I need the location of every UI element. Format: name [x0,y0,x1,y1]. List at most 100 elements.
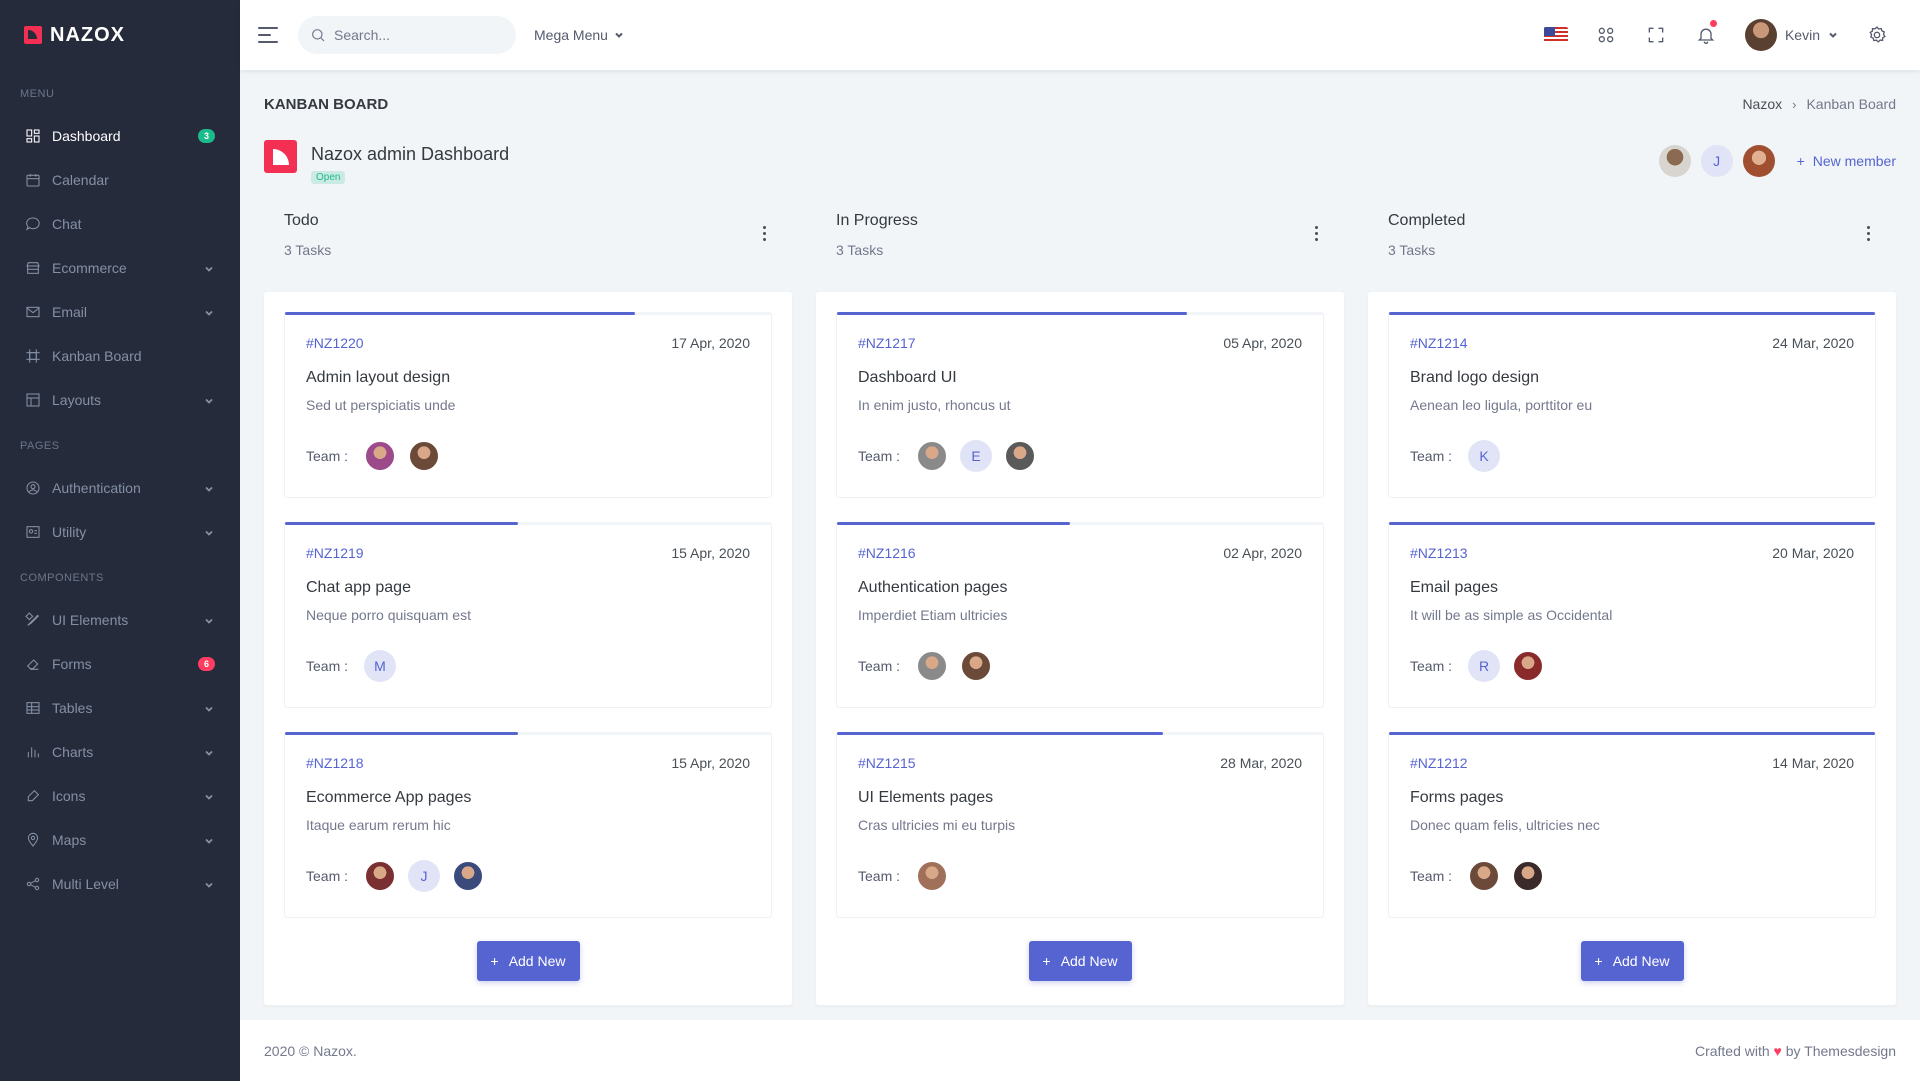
sidebar-item-icons[interactable]: Icons [0,774,240,818]
sidebar-item-charts[interactable]: Charts [0,730,240,774]
sidebar-item-forms[interactable]: Forms 6 [0,642,240,686]
task-id[interactable]: #NZ1215 [858,755,916,771]
task-id[interactable]: #NZ1214 [1410,335,1468,351]
task-progress-bar [1389,732,1875,735]
language-button[interactable] [1531,0,1581,70]
team-member-avatar[interactable] [364,860,397,892]
sidebar-item-kanban-board[interactable]: Kanban Board [0,334,240,378]
task-description: Aenean leo ligula, porttitor eu [1410,397,1593,413]
team-member-avatar[interactable]: M [364,650,397,682]
footer-credit-suffix: by Themesdesign [1785,1042,1896,1059]
team-member-avatar[interactable]: E [960,440,993,472]
sidebar-item-label: Authentication [52,480,141,496]
task-card[interactable]: #NZ1214 24 Mar, 2020 Brand logo design Aene… [1388,312,1876,498]
sidebar-item-dashboard[interactable]: Dashboard 3 [0,114,240,158]
mega-menu-label: Mega Menu [534,27,608,43]
team-label: Team : [306,868,349,884]
task-card[interactable]: #NZ1213 20 Mar, 2020 Email pages It will be… [1388,522,1876,708]
status-badge: Open [311,171,346,184]
team-member-avatar[interactable] [916,440,949,472]
task-meta: #NZ1213 20 Mar, 2020 [1410,545,1854,561]
team-member-avatar[interactable] [452,860,485,892]
new-member-button[interactable]: + New member [1797,153,1896,169]
team-member-avatar[interactable]: K [1468,440,1501,472]
apps-button[interactable] [1581,0,1631,70]
breadcrumb-home[interactable]: Nazox [1742,96,1782,112]
team-member-avatar[interactable] [1468,860,1501,892]
task-date: 15 Apr, 2020 [671,545,750,561]
task-team: Team : [858,860,1302,892]
sidebar-item-label: Forms [52,656,92,672]
task-progress-fill [837,312,1187,315]
add-new-button[interactable]: + Add New [1028,941,1132,981]
more-vertical-icon[interactable] [756,212,772,280]
column-body: #NZ1214 24 Mar, 2020 Brand logo design Aene… [1368,292,1896,1005]
task-card[interactable]: #NZ1218 15 Apr, 2020 Ecommerce App pages It… [284,732,772,918]
search-icon [312,29,325,42]
task-id[interactable]: #NZ1220 [306,335,364,351]
sidebar-item-authentication[interactable]: Authentication [0,466,240,510]
user-dropdown[interactable]: Kevin [1731,19,1852,51]
task-id[interactable]: #NZ1218 [306,755,364,771]
task-team: Team : [306,440,750,472]
column-task-count: 3 Tasks [1388,242,1436,258]
add-new-button[interactable]: + Add New [476,941,580,981]
sidebar-item-email[interactable]: Email [0,290,240,334]
more-vertical-icon[interactable] [1860,212,1876,280]
brand-name: NAZOX [50,23,125,46]
plus-icon: + [490,953,499,969]
sidebar-item-utility[interactable]: Utility [0,510,240,554]
team-member-avatar[interactable] [1004,440,1037,472]
team-member-avatar[interactable] [960,650,993,682]
team-member-avatar[interactable] [916,650,949,682]
team-member-avatar[interactable] [408,440,441,472]
search-input[interactable] [334,27,494,43]
team-member-avatar[interactable] [1512,650,1545,682]
task-title: Admin layout design [306,369,451,386]
task-id[interactable]: #NZ1213 [1410,545,1468,561]
task-card[interactable]: #NZ1217 05 Apr, 2020 Dashboard UI In enim j… [836,312,1324,498]
team-member-avatar[interactable] [1512,860,1545,892]
member-avatar[interactable] [1742,145,1775,177]
sidebar-item-calendar[interactable]: Calendar [0,158,240,202]
sidebar-item-maps[interactable]: Maps [0,818,240,862]
task-card[interactable]: #NZ1212 14 Mar, 2020 Forms pages Donec quam… [1388,732,1876,918]
task-card[interactable]: #NZ1216 02 Apr, 2020 Authentication pages I… [836,522,1324,708]
sidebar-item-ecommerce[interactable]: Ecommerce [0,246,240,290]
team-member-avatar[interactable] [916,860,949,892]
task-id[interactable]: #NZ1219 [306,545,364,561]
sidebar-item-layouts[interactable]: Layouts [0,378,240,422]
add-new-button[interactable]: + Add New [1580,941,1684,981]
task-date: 24 Mar, 2020 [1772,335,1854,351]
menu-section-title: Pages [20,440,60,452]
task-team: Team : M [306,650,750,682]
brand-logo[interactable]: NAZOX [0,0,240,70]
sidebar-item-tables[interactable]: Tables [0,686,240,730]
team-member-avatar[interactable] [364,440,397,472]
sidebar-item-multi-level[interactable]: Multi Level [0,862,240,906]
settings-button[interactable] [1852,0,1902,70]
task-card[interactable]: #NZ1219 15 Apr, 2020 Chat app page Neque po… [284,522,772,708]
project-logo-icon [264,140,297,173]
team-member-avatar[interactable]: R [1468,650,1501,682]
task-id[interactable]: #NZ1216 [858,545,916,561]
sidebar-item-chat[interactable]: Chat [0,202,240,246]
team-member-avatar[interactable]: J [408,860,441,892]
task-id[interactable]: #NZ1212 [1410,755,1468,771]
menu-toggle-icon[interactable] [258,27,278,43]
task-card[interactable]: #NZ1215 28 Mar, 2020 UI Elements pages Cras… [836,732,1324,918]
task-progress-fill [837,732,1163,735]
task-card[interactable]: #NZ1220 17 Apr, 2020 Admin layout design Se… [284,312,772,498]
more-vertical-icon[interactable] [1308,212,1324,280]
task-id[interactable]: #NZ1217 [858,335,916,351]
task-description: Cras ultricies mi eu turpis [858,817,1016,833]
notifications-button[interactable] [1681,0,1731,70]
sidebar-item-ui-elements[interactable]: UI Elements [0,598,240,642]
chevron-down-icon [203,262,215,274]
member-avatar[interactable]: J [1700,145,1733,177]
chevron-down-icon [203,482,215,494]
fullscreen-button[interactable] [1631,0,1681,70]
eraser-icon [25,656,41,672]
mega-menu-dropdown[interactable]: Mega Menu [534,27,624,43]
member-avatar[interactable] [1658,145,1691,177]
